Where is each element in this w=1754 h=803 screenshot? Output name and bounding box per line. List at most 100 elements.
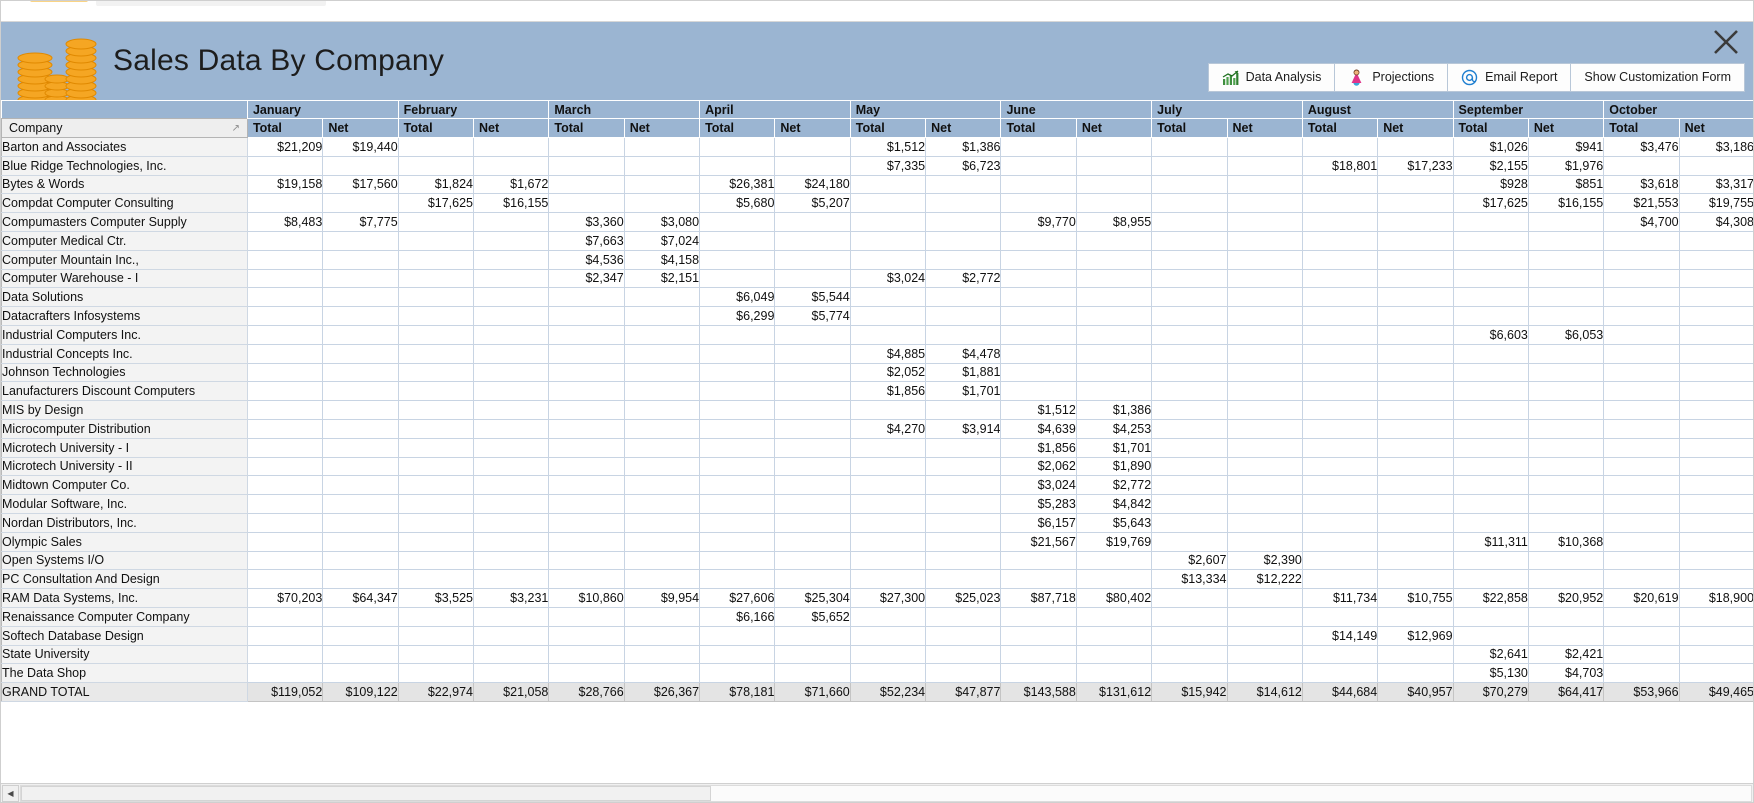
value-cell[interactable]	[1527, 494, 1605, 514]
value-cell[interactable]	[849, 306, 927, 326]
value-cell[interactable]	[397, 155, 475, 176]
value-cell[interactable]	[397, 437, 475, 458]
value-cell[interactable]	[1377, 306, 1454, 326]
value-cell[interactable]	[397, 137, 475, 157]
close-icon[interactable]	[1711, 27, 1741, 57]
company-name-cell[interactable]: The Data Shop	[1, 663, 248, 684]
value-cell[interactable]	[623, 531, 701, 552]
projections-button[interactable]: Projections	[1334, 63, 1448, 92]
value-cell[interactable]	[397, 362, 475, 383]
value-cell[interactable]	[1527, 306, 1605, 326]
company-name-cell[interactable]: PC Consultation And Design	[1, 569, 248, 590]
value-cell[interactable]	[849, 550, 927, 571]
value-cell[interactable]: $10,755	[1377, 588, 1454, 608]
value-cell[interactable]	[473, 494, 550, 514]
value-cell[interactable]	[322, 569, 399, 590]
table-row[interactable]: Computer Warehouse - I $2,347 $2,151 $3,024…	[1, 268, 1753, 289]
value-cell[interactable]	[473, 249, 550, 270]
value-cell[interactable]	[548, 155, 625, 176]
table-row[interactable]: MIS by Design $1,512 $1,386	[1, 400, 1753, 420]
value-cell[interactable]	[699, 212, 776, 232]
table-row[interactable]: Nordan Distributors, Inc. $6,157 $5,643	[1, 512, 1753, 533]
value-cell[interactable]	[1678, 268, 1753, 289]
value-cell[interactable]	[1226, 418, 1303, 439]
value-cell[interactable]	[1603, 230, 1680, 251]
value-cell[interactable]	[925, 475, 1002, 496]
value-cell[interactable]: $6,049	[699, 287, 776, 308]
value-cell[interactable]	[1151, 287, 1228, 308]
value-cell[interactable]	[548, 343, 625, 364]
value-cell[interactable]	[1527, 230, 1605, 251]
value-cell[interactable]	[322, 494, 399, 514]
value-cell[interactable]	[1151, 418, 1228, 439]
value-cell[interactable]	[1226, 456, 1303, 477]
value-cell[interactable]	[774, 137, 851, 157]
company-name-cell[interactable]: Compumasters Computer Supply	[1, 212, 248, 232]
table-row[interactable]: Open Systems I/O $2,607 $2,390	[1, 550, 1753, 571]
value-cell[interactable]	[925, 174, 1002, 195]
value-cell[interactable]: $1,976	[1527, 155, 1605, 176]
value-cell[interactable]: $27,606	[699, 588, 776, 608]
value-cell[interactable]	[774, 625, 851, 646]
value-cell[interactable]	[1527, 550, 1605, 571]
value-cell[interactable]	[1377, 644, 1454, 665]
value-cell[interactable]	[1452, 606, 1529, 627]
value-cell[interactable]	[1452, 230, 1529, 251]
value-cell[interactable]: $5,652	[774, 606, 851, 627]
value-cell[interactable]	[1000, 644, 1077, 665]
month-header-march[interactable]: March	[548, 100, 701, 119]
value-cell[interactable]	[699, 531, 776, 552]
company-name-cell[interactable]: Blue Ridge Technologies, Inc.	[1, 155, 248, 176]
subheader-august-net[interactable]: Net	[1377, 118, 1454, 138]
table-row[interactable]: Microtech University - I $1,856 $1,701	[1, 437, 1753, 458]
value-cell[interactable]	[473, 343, 550, 364]
value-cell[interactable]	[1377, 418, 1454, 439]
subheader-february-net[interactable]: Net	[473, 118, 550, 138]
value-cell[interactable]	[1301, 212, 1379, 232]
value-cell[interactable]	[246, 362, 324, 383]
value-cell[interactable]	[397, 569, 475, 590]
value-cell[interactable]	[849, 644, 927, 665]
value-cell[interactable]	[1678, 606, 1753, 627]
value-cell[interactable]: $3,317	[1678, 174, 1753, 195]
value-cell[interactable]: $2,772	[925, 268, 1002, 289]
value-cell[interactable]	[322, 193, 399, 214]
value-cell[interactable]	[623, 663, 701, 684]
value-cell[interactable]: $7,335	[849, 155, 927, 176]
value-cell[interactable]	[699, 494, 776, 514]
value-cell[interactable]	[1151, 494, 1228, 514]
value-cell[interactable]	[1226, 137, 1303, 157]
value-cell[interactable]: $21,567	[1000, 531, 1077, 552]
value-cell[interactable]	[397, 287, 475, 308]
value-cell[interactable]: $1,512	[1000, 400, 1077, 420]
value-cell[interactable]	[1151, 606, 1228, 627]
value-cell[interactable]	[473, 663, 550, 684]
value-cell[interactable]	[548, 512, 625, 533]
value-cell[interactable]	[774, 362, 851, 383]
value-cell[interactable]	[849, 494, 927, 514]
value-cell[interactable]	[322, 531, 399, 552]
value-cell[interactable]: $19,158	[246, 174, 324, 195]
value-cell[interactable]	[548, 400, 625, 420]
company-name-cell[interactable]: Industrial Computers Inc.	[1, 324, 248, 345]
value-cell[interactable]	[1377, 550, 1454, 571]
value-cell[interactable]: $25,304	[774, 588, 851, 608]
value-cell[interactable]: $3,186	[1678, 137, 1753, 157]
table-row[interactable]: State University $2,641 $2,421	[1, 644, 1753, 665]
value-cell[interactable]	[1452, 569, 1529, 590]
value-cell[interactable]	[473, 475, 550, 496]
value-cell[interactable]	[699, 381, 776, 402]
value-cell[interactable]: $4,253	[1075, 418, 1153, 439]
value-cell[interactable]	[623, 287, 701, 308]
value-cell[interactable]	[1151, 512, 1228, 533]
company-name-cell[interactable]: Renaissance Computer Company	[1, 606, 248, 627]
subheader-september-net[interactable]: Net	[1527, 118, 1605, 138]
value-cell[interactable]: $21,209	[246, 137, 324, 157]
value-cell[interactable]	[774, 531, 851, 552]
value-cell[interactable]	[849, 193, 927, 214]
company-name-cell[interactable]: Johnson Technologies	[1, 362, 248, 383]
value-cell[interactable]	[1377, 230, 1454, 251]
value-cell[interactable]	[548, 625, 625, 646]
value-cell[interactable]: $21,553	[1603, 193, 1680, 214]
table-row[interactable]: Computer Mountain Inc., $4,536 $4,158	[1, 249, 1753, 270]
